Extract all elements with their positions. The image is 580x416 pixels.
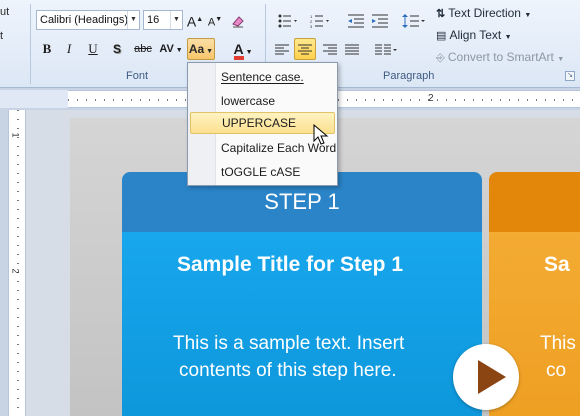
menu-item-sentence-case[interactable]: Sentence case. xyxy=(190,66,335,88)
shrink-font-button[interactable]: A▼ xyxy=(206,10,224,30)
strikethrough-button[interactable]: abc xyxy=(132,39,154,59)
play-button[interactable] xyxy=(453,344,519,410)
increase-indent-button[interactable] xyxy=(370,10,390,30)
ruler-ticks xyxy=(17,110,19,416)
ruler-number: 2 xyxy=(428,93,434,104)
character-spacing-button[interactable]: AV ▼ xyxy=(158,39,184,59)
menu-item-toggle-case[interactable]: tOGGLE cASE xyxy=(190,161,335,183)
italic-button[interactable]: I xyxy=(60,39,78,59)
font-color-icon: A xyxy=(233,42,244,60)
align-left-button[interactable] xyxy=(272,39,292,59)
shadow-button[interactable]: S xyxy=(108,39,126,59)
font-name-value: Calibri (Headings) xyxy=(40,14,129,26)
align-text-button[interactable]: ▤ Align Text ▼ xyxy=(436,28,512,42)
menu-item-label: Sentence case. xyxy=(221,70,304,84)
change-case-icon: Aa xyxy=(188,42,205,56)
vertical-ruler[interactable]: 1 2 xyxy=(8,110,26,416)
font-size-value: 16 xyxy=(147,14,160,26)
orange-title-fragment: Sa xyxy=(544,253,570,276)
increase-indent-icon xyxy=(372,14,388,28)
change-case-button[interactable]: Aa ▼ xyxy=(187,38,215,60)
grow-font-icon: A xyxy=(186,13,197,30)
columns-icon xyxy=(375,44,397,55)
align-left-icon xyxy=(275,44,289,55)
ruler-corner xyxy=(0,90,68,108)
line-spacing-icon xyxy=(402,13,425,28)
justify-button[interactable] xyxy=(342,39,362,59)
sample-title: Sample Title for Step 1 xyxy=(177,253,404,276)
paragraph-group-label: Paragraph xyxy=(383,70,435,82)
step-header xyxy=(489,172,580,232)
cut-button-fragment[interactable]: ut xyxy=(0,6,9,18)
decrease-indent-button[interactable] xyxy=(346,10,366,30)
bullets-icon xyxy=(278,14,297,28)
font-group-label: Font xyxy=(126,70,149,82)
svg-text:3: 3 xyxy=(310,24,313,28)
smartart-label: Convert to SmartArt xyxy=(447,50,554,64)
font-name-combo[interactable]: Calibri (Headings) ▼ xyxy=(36,10,140,30)
eraser-icon xyxy=(232,16,244,28)
align-right-icon xyxy=(323,44,337,55)
ruler-number: 2 xyxy=(10,268,21,274)
paragraph-dialog-launcher-icon[interactable]: ↘ xyxy=(565,71,575,81)
chevron-down-icon[interactable]: ▼ xyxy=(170,11,182,29)
align-center-icon xyxy=(298,44,312,55)
numbering-icon: 123 xyxy=(310,14,329,29)
grow-font-button[interactable]: A▲ xyxy=(186,10,204,30)
spacing-icon: AV xyxy=(159,43,174,55)
play-icon xyxy=(478,360,506,394)
smartart-icon: ⎆ xyxy=(436,52,448,64)
align-text-icon: ▤ xyxy=(436,30,450,42)
columns-button[interactable] xyxy=(372,39,400,59)
justify-icon xyxy=(345,44,359,55)
convert-smartart-button[interactable]: ⎆ Convert to SmartArt ▼ xyxy=(436,50,564,65)
sample-text-line1: This is a sample text. Insert xyxy=(173,333,405,354)
decrease-indent-icon xyxy=(348,14,364,28)
font-size-combo[interactable]: 16 ▼ xyxy=(143,10,183,30)
align-text-label: Align Text xyxy=(449,28,502,42)
orange-text-line2: co xyxy=(546,360,567,381)
clear-formatting-button[interactable] xyxy=(228,10,248,30)
bold-button[interactable]: B xyxy=(38,39,56,59)
align-right-button[interactable] xyxy=(320,39,340,59)
numbering-button[interactable]: 123 xyxy=(306,10,336,30)
mouse-pointer-icon xyxy=(313,124,329,145)
menu-item-label: lowercase xyxy=(221,94,276,108)
text-direction-label: Text Direction xyxy=(448,6,521,20)
menu-item-lowercase[interactable]: lowercase xyxy=(190,90,335,112)
orange-text-line1: This xyxy=(540,333,576,354)
group-separator xyxy=(30,4,31,84)
chevron-down-icon[interactable]: ▼ xyxy=(127,11,139,29)
text-direction-icon: ⇅ xyxy=(436,8,449,20)
underline-button[interactable]: U xyxy=(84,39,102,59)
ruler-number: 1 xyxy=(10,132,21,138)
menu-item-label: UPPERCASE xyxy=(222,116,297,130)
copy-button-fragment[interactable]: t xyxy=(0,30,3,42)
menu-item-label: tOGGLE cASE xyxy=(221,165,301,179)
align-center-button[interactable] xyxy=(294,38,316,60)
text-direction-button[interactable]: ⇅ Text Direction ▼ xyxy=(436,6,531,20)
bullets-button[interactable] xyxy=(274,10,304,30)
sample-text-line2: contents of this step here. xyxy=(179,360,397,381)
font-color-button[interactable]: A ▼ xyxy=(228,39,258,60)
line-spacing-button[interactable] xyxy=(400,10,428,30)
